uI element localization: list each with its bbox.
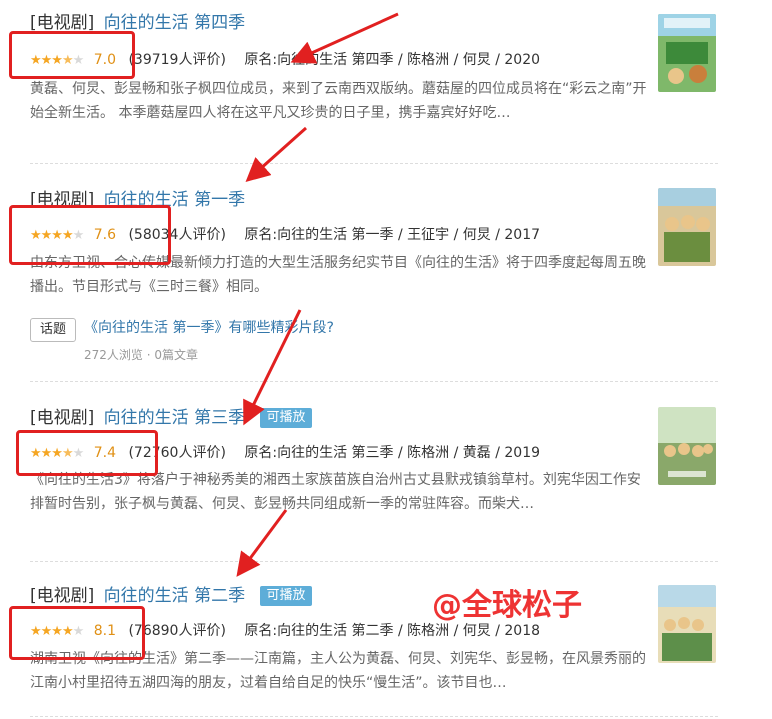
watermark: @全球松子 [432, 588, 582, 623]
arrow-line [243, 309, 302, 426]
annotation-arrows [236, 12, 399, 577]
arrow-line [245, 126, 307, 182]
arrow-line [290, 12, 399, 64]
arrow-line [236, 509, 288, 577]
